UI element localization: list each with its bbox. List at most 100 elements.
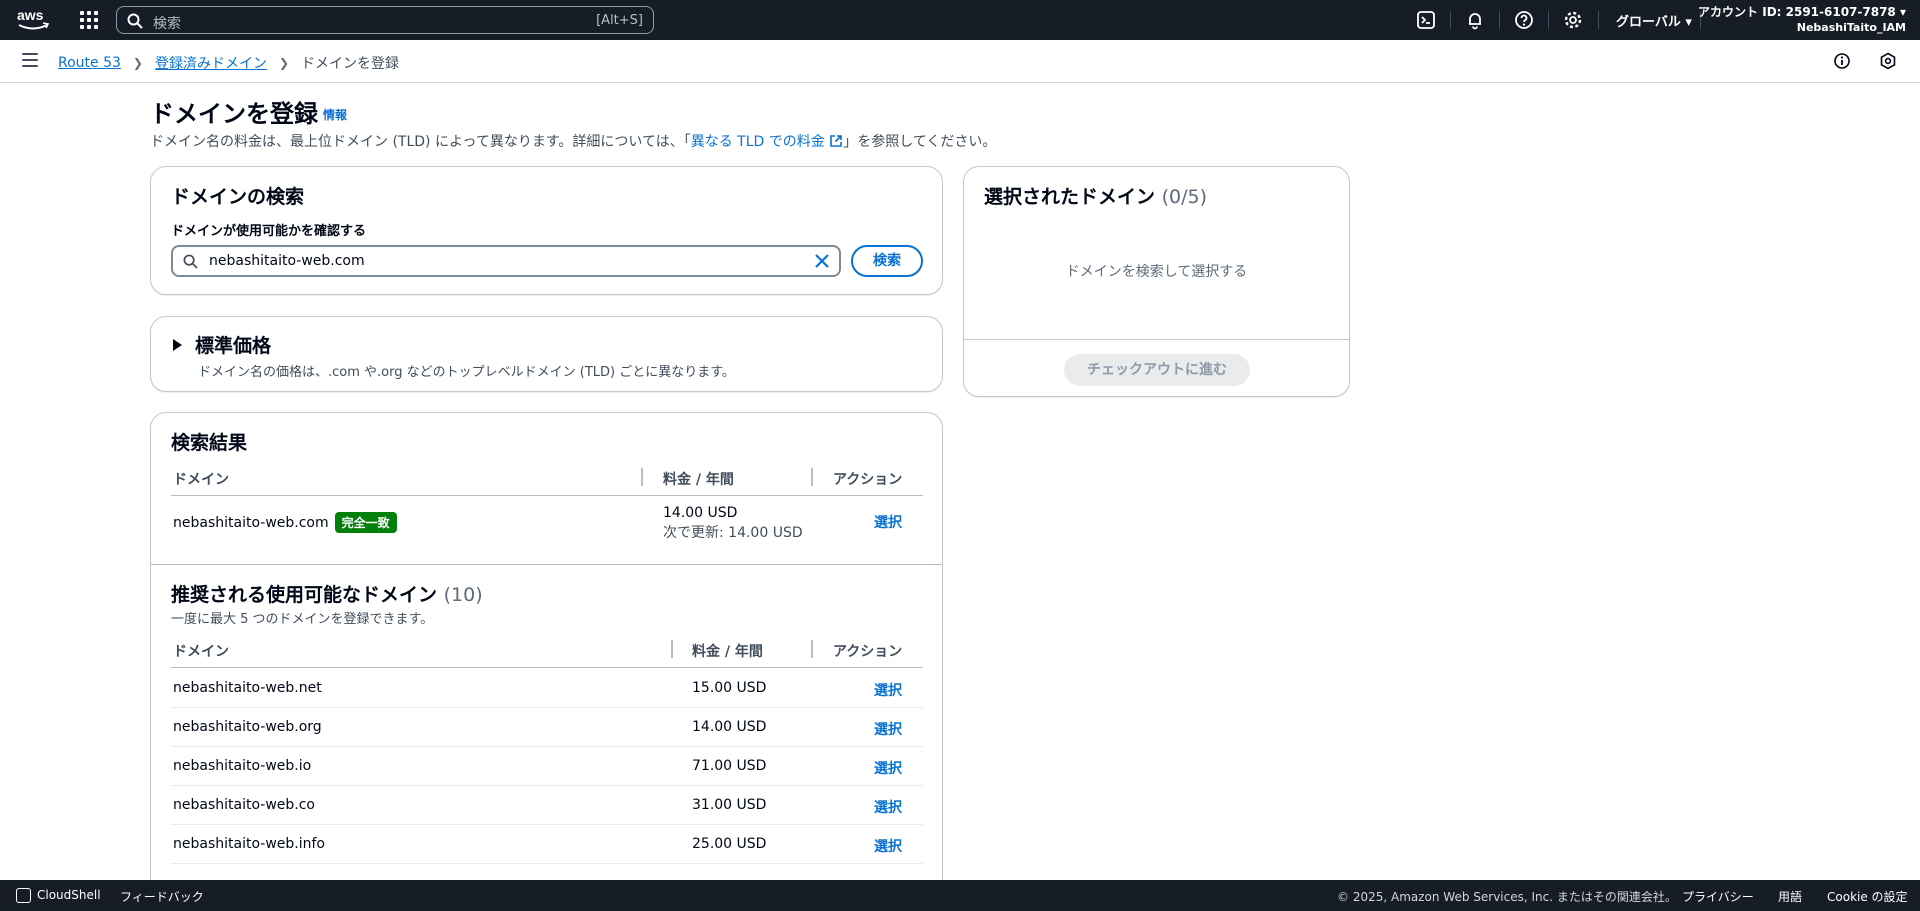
suggested-price: 31.00 USD [692,797,767,813]
cloudshell-link[interactable]: CloudShell [37,888,101,902]
pricing-title[interactable]: 標準価格 [195,331,271,358]
results-table-header: ドメイン 料金 / 年間 アクション [171,460,923,496]
checkout-button[interactable]: チェックアウトに進む [1064,354,1250,386]
desc-text-after: 」を参照してください。 [843,134,997,150]
suggested-table-header: ドメイン 料金 / 年間 アクション [171,632,923,668]
privacy-link[interactable]: プライバシー [1682,888,1754,905]
suggested-title: 推奨される使用可能なドメイン (10) [171,580,483,607]
search-results-card: 検索結果 ドメイン 料金 / 年間 アクション nebashitaito-web… [150,412,943,911]
card-footer-divider [964,339,1349,340]
search-card-title: ドメインの検索 [171,186,305,208]
caret-right-icon[interactable] [173,339,182,351]
select-link[interactable]: 選択 [874,797,902,817]
nav-separator [1548,11,1549,29]
feedback-link[interactable]: フィードバック [120,888,204,905]
col-action: アクション [833,472,903,488]
top-navigation: aws 検索 [Alt+S] グローバル ▾ アカウント ID: 2591-61… [0,0,1920,40]
settings-panel-icon[interactable] [1879,52,1897,70]
help-icon[interactable] [1514,10,1534,30]
column-divider[interactable] [671,640,673,658]
search-icon [127,13,143,29]
select-link[interactable]: 選択 [874,836,902,856]
domain-search-card: ドメインの検索 ドメインが使用可能かを確認する nebashitaito-web… [150,166,943,295]
suggested-domain: nebashitaito-web.net [173,680,322,696]
column-divider[interactable] [811,468,813,486]
chevron-right-icon: ❯ [278,56,290,70]
suggested-domain: nebashitaito-web.org [173,719,322,735]
select-link[interactable]: 選択 [874,758,902,778]
console-footer: CloudShell フィードバック © 2025, Amazon Web Se… [0,880,1920,911]
terms-link[interactable]: 用語 [1778,888,1802,905]
page-description: ドメイン名の料金は、最上位ドメイン (TLD) によって異なります。詳細について… [150,131,996,151]
global-search-input[interactable]: 検索 [Alt+S] [116,6,654,34]
breadcrumb-route53[interactable]: Route 53 [58,55,121,71]
selected-empty-state: ドメインを検索して選択する [1065,264,1248,280]
breadcrumb: Route 53 ❯ 登録済みドメイン ❯ ドメインを登録 [58,53,399,73]
cloudshell-icon[interactable] [1416,10,1436,30]
nav-separator [1450,11,1451,29]
exact-match-badge: 完全一致 [334,512,397,533]
desc-text-before: ドメイン名の料金は、最上位ドメイン (TLD) によって異なります。詳細について… [150,134,691,150]
selected-title-text: 選択されたドメイン [984,186,1156,208]
col-action: アクション [833,644,903,660]
bell-icon[interactable] [1465,10,1485,30]
suggested-price: 71.00 USD [692,758,767,774]
exact-domain-cell: nebashitaito-web.com 完全一致 [173,512,397,533]
page-title: ドメインを登録 [150,100,318,128]
col-price: 料金 / 年間 [663,472,734,488]
gear-icon[interactable] [1563,10,1583,30]
table-row: nebashitaito-web.net 15.00 USD 選択 [171,669,923,708]
cookie-settings-link[interactable]: Cookie の設定 [1827,888,1908,905]
tld-pricing-link-text: 異なる TLD での料金 [690,134,825,150]
region-selector[interactable]: グローバル ▾ [1616,11,1692,30]
suggested-price: 14.00 USD [692,719,767,735]
aws-logo-icon[interactable]: aws [16,7,50,33]
column-divider[interactable] [811,640,813,658]
search-button[interactable]: 検索 [851,245,923,277]
select-link[interactable]: 選択 [874,719,902,739]
search-shortcut: [Alt+S] [596,13,643,28]
table-row: nebashitaito-web.co 31.00 USD 選択 [171,786,923,825]
select-link[interactable]: 選択 [874,680,902,700]
section-divider [151,564,942,565]
domain-field-label: ドメインが使用可能かを確認する [171,224,367,239]
suggested-domain: nebashitaito-web.io [173,758,312,774]
user-name: NebashiTaito_IAM [1796,21,1906,34]
nav-separator [1598,11,1599,29]
hamburger-menu-icon[interactable] [22,53,38,67]
suggested-price: 15.00 USD [692,680,767,696]
table-row: nebashitaito-web.info 25.00 USD 選択 [171,825,923,864]
table-row: nebashitaito-web.io 71.00 USD 選択 [171,747,923,786]
suggested-price: 25.00 USD [692,836,767,852]
exact-domain: nebashitaito-web.com [173,515,329,531]
col-domain: ドメイン [173,472,229,488]
domain-search-input[interactable]: nebashitaito-web.com [171,245,841,277]
suggested-domain: nebashitaito-web.info [173,836,325,852]
suggested-title-text: 推奨される使用可能なドメイン [171,584,438,606]
col-domain: ドメイン [173,644,229,660]
account-menu[interactable]: アカウント ID: 2591-6107-7878 ▾ NebashiTaito_… [1698,4,1906,36]
suggested-count: (10) [443,584,483,606]
external-link-icon [830,135,843,147]
select-link-exact[interactable]: 選択 [874,512,902,532]
account-id: アカウント ID: 2591-6107-7878 ▾ [1698,5,1906,19]
selected-title: 選択されたドメイン (0/5) [984,182,1207,209]
nav-separator [1499,11,1500,29]
table-row: nebashitaito-web.org 14.00 USD 選択 [171,708,923,747]
chevron-right-icon: ❯ [132,56,143,70]
tld-pricing-link[interactable]: 異なる TLD での料金 [691,134,844,150]
info-link[interactable]: 情報 [323,106,347,123]
svg-text:aws: aws [17,7,44,23]
column-divider[interactable] [641,468,643,486]
selected-domains-card: 選択されたドメイン (0/5) ドメインを検索して選択する チェックアウトに進む [963,166,1350,397]
standard-pricing-section[interactable]: 標準価格 ドメイン名の価格は、.com や.org などのトップレベルドメイン … [150,316,943,392]
table-row: nebashitaito-web.com 完全一致 14.00 USD 次で更新:… [171,497,923,547]
cloudshell-icon [16,888,31,903]
col-price: 料金 / 年間 [692,644,763,660]
info-panel-icon[interactable] [1833,52,1851,70]
exact-price-cell: 14.00 USD 次で更新: 14.00 USD [663,503,803,543]
results-title: 検索結果 [171,432,248,454]
breadcrumb-registered-domains[interactable]: 登録済みドメイン [155,53,267,73]
services-grid-icon[interactable] [80,11,98,29]
clear-icon[interactable] [813,252,831,270]
